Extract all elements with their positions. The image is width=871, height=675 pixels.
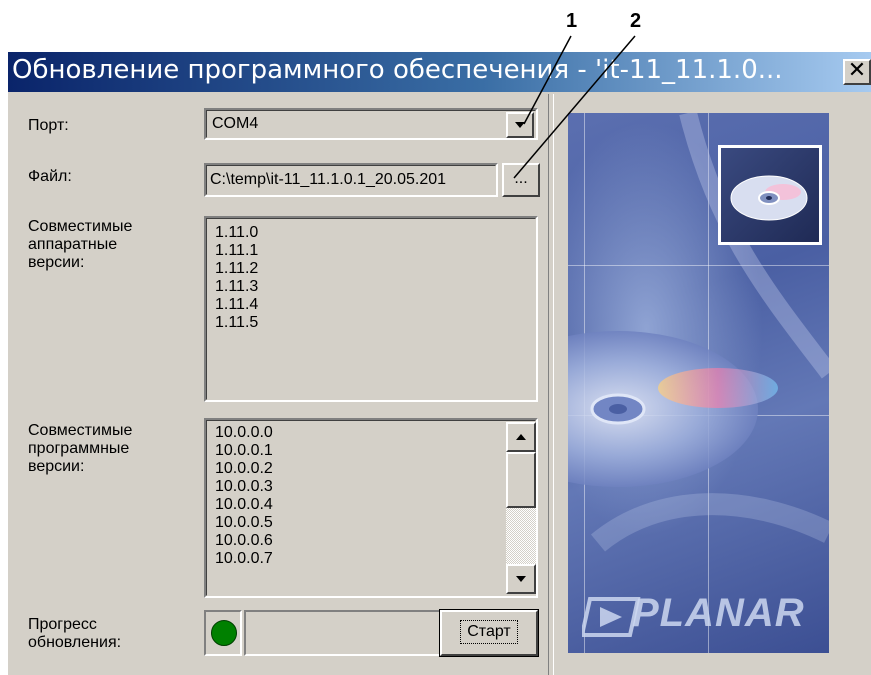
software-list-scrollbar[interactable] <box>506 422 536 594</box>
cd-thumbnail-icon <box>730 175 808 221</box>
scroll-down-button[interactable] <box>506 564 536 594</box>
software-versions-label: Совместимые программные версии: <box>28 422 132 476</box>
hardware-label-line-1: Совместимые <box>28 218 133 235</box>
list-item[interactable]: 10.0.0.3 <box>215 478 273 496</box>
start-button-label: Старт <box>460 620 518 644</box>
software-versions-list[interactable]: 10.0.0.0 10.0.0.1 10.0.0.2 10.0.0.3 10.0… <box>204 418 538 598</box>
scroll-thumb[interactable] <box>506 452 536 508</box>
close-button[interactable]: ✕ <box>843 59 871 85</box>
hardware-versions-items: 1.11.0 1.11.1 1.11.2 1.11.3 1.11.4 1.11.… <box>215 224 258 332</box>
port-label: Порт: <box>28 117 69 134</box>
start-button[interactable]: Старт <box>439 609 539 657</box>
panel-splitter[interactable] <box>548 94 554 675</box>
list-item[interactable]: 1.11.5 <box>215 314 258 332</box>
close-icon: ✕ <box>847 58 867 83</box>
planar-logo: PLANAR <box>632 591 805 635</box>
file-path-value: C:\temp\it-11_11.1.0.1_20.05.201 <box>210 171 447 188</box>
list-item[interactable]: 1.11.1 <box>215 242 258 260</box>
progress-label: Прогресс обновления: <box>28 616 121 652</box>
browse-button[interactable]: ... <box>502 163 540 197</box>
progress-status-box <box>204 610 242 656</box>
file-path-field[interactable]: C:\temp\it-11_11.1.0.1_20.05.201 <box>204 163 498 197</box>
window-title: Обновление программного обеспечения - 'i… <box>12 55 783 85</box>
port-dropdown-button[interactable] <box>506 112 534 138</box>
hardware-label-line-3: версии: <box>28 254 85 271</box>
software-versions-items: 10.0.0.0 10.0.0.1 10.0.0.2 10.0.0.3 10.0… <box>215 424 273 594</box>
list-item[interactable]: 10.0.0.6 <box>215 532 273 550</box>
hardware-versions-label: Совместимые аппаратные версии: <box>28 218 132 272</box>
software-label-line-2: программные <box>28 440 130 457</box>
list-item[interactable]: 10.0.0.5 <box>215 514 273 532</box>
port-combobox[interactable]: COM4 <box>204 108 538 140</box>
list-item[interactable]: 10.0.0.1 <box>215 442 273 460</box>
list-item[interactable]: 1.11.2 <box>215 260 258 278</box>
progress-label-line-2: обновления: <box>28 634 122 651</box>
callout-1: 1 <box>566 10 578 32</box>
software-label-line-3: версии: <box>28 458 85 475</box>
list-item[interactable]: 10.0.0.7 <box>215 550 273 568</box>
progress-label-line-1: Прогресс <box>28 616 97 633</box>
list-item[interactable]: 1.11.4 <box>215 296 258 314</box>
list-item[interactable]: 1.11.3 <box>215 278 258 296</box>
title-bar[interactable]: Обновление программного обеспечения - 'i… <box>8 52 871 92</box>
chevron-down-icon <box>515 122 525 128</box>
progress-bar <box>244 610 442 656</box>
file-label: Файл: <box>28 168 72 185</box>
hardware-versions-list[interactable]: 1.11.0 1.11.1 1.11.2 1.11.3 1.11.4 1.11.… <box>204 216 538 402</box>
planar-splash-image: PLANAR <box>568 113 829 653</box>
progress-indicator-light <box>211 620 237 646</box>
list-item[interactable]: 10.0.0.2 <box>215 460 273 478</box>
list-item[interactable]: 10.0.0.4 <box>215 496 273 514</box>
port-value: COM4 <box>212 115 259 132</box>
scroll-up-arrow-icon <box>516 434 526 440</box>
scroll-track[interactable] <box>506 508 536 564</box>
scroll-up-button[interactable] <box>506 422 536 452</box>
list-item[interactable]: 1.11.0 <box>215 224 258 242</box>
callout-2: 2 <box>630 10 642 32</box>
browse-button-label: ... <box>514 170 528 187</box>
hardware-label-line-2: аппаратные <box>28 236 118 253</box>
scroll-down-arrow-icon <box>516 576 526 582</box>
list-item[interactable]: 10.0.0.0 <box>215 424 273 442</box>
cd-thumbnail <box>718 145 822 245</box>
software-label-line-1: Совместимые <box>28 422 133 439</box>
